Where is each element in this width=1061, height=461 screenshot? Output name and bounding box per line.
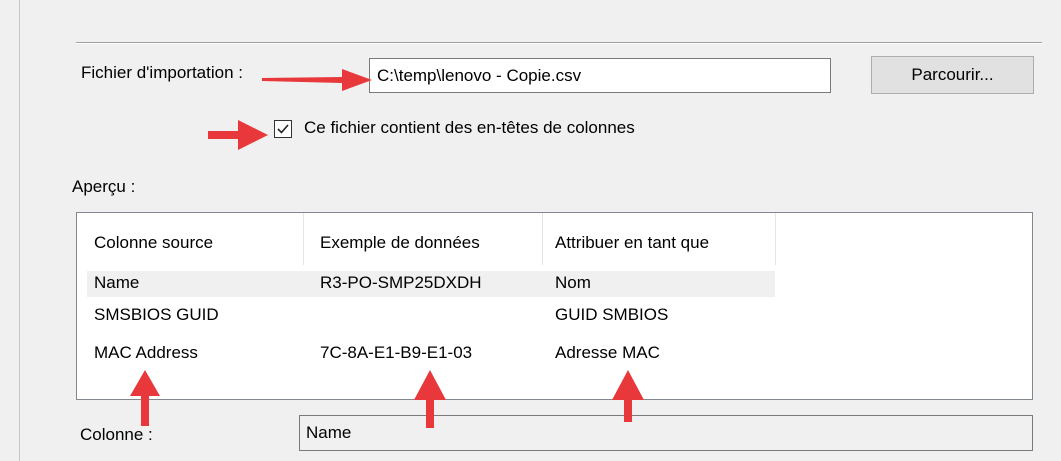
checkmark-icon	[277, 124, 289, 134]
column-header-source[interactable]: Colonne source	[94, 233, 213, 253]
header-divider[interactable]	[775, 213, 776, 265]
cell-sample: R3-PO-SMP25DXDH	[320, 273, 482, 292]
import-file-input[interactable]: C:\temp\lenovo - Copie.csv	[369, 58, 831, 93]
column-header-sample[interactable]: Exemple de données	[320, 233, 480, 253]
column-header-assign[interactable]: Attribuer en tant que	[555, 233, 709, 253]
cell-assign: Nom	[555, 273, 591, 292]
column-label: Colonne :	[80, 425, 153, 444]
cell-source: SMSBIOS GUID	[94, 305, 219, 324]
cell-assign: GUID SMBIOS	[555, 305, 669, 324]
column-value-field: Name	[299, 415, 1033, 451]
header-divider[interactable]	[303, 213, 304, 265]
table-row[interactable]: Name R3-PO-SMP25DXDH Nom	[87, 271, 775, 297]
headers-checkbox-label[interactable]: Ce fichier contient des en-têtes de colo…	[304, 118, 635, 138]
import-file-label: Fichier d'importation :	[81, 63, 243, 82]
preview-list[interactable]: Colonne source Exemple de données Attrib…	[76, 212, 1033, 400]
left-edge	[0, 0, 19, 461]
cell-source: Name	[94, 273, 140, 292]
preview-label: Aperçu :	[72, 177, 136, 196]
cell-source: MAC Address	[94, 343, 198, 362]
headers-checkbox[interactable]	[274, 120, 292, 138]
group-separator-highlight	[76, 43, 1042, 44]
browse-button[interactable]: Parcourir...	[871, 56, 1034, 94]
cell-assign: Adresse MAC	[555, 343, 660, 362]
header-divider[interactable]	[542, 213, 543, 265]
cell-sample: 7C-8A-E1-B9-E1-03	[320, 343, 473, 362]
